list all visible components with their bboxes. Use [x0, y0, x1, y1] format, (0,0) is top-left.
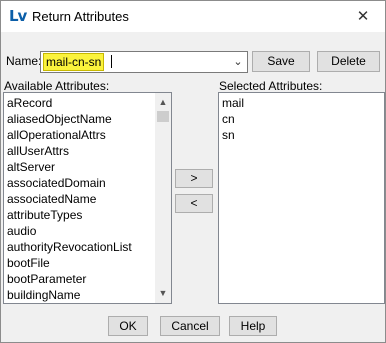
- scroll-down-arrow-icon[interactable]: ▼: [155, 286, 171, 301]
- selected-attributes-label: Selected Attributes:: [219, 79, 323, 93]
- vertical-scrollbar[interactable]: ▲ ▼: [155, 93, 171, 303]
- list-item[interactable]: aliasedObjectName: [7, 111, 112, 127]
- ok-button[interactable]: OK: [108, 316, 148, 336]
- scroll-thumb[interactable]: [157, 111, 169, 122]
- delete-button[interactable]: Delete: [317, 51, 380, 72]
- name-combobox[interactable]: mail-cn-sn ⌄: [40, 51, 248, 73]
- window-title: Return Attributes: [32, 9, 129, 24]
- list-item[interactable]: audio: [7, 223, 36, 239]
- list-item[interactable]: allUserAttrs: [7, 143, 69, 159]
- list-item[interactable]: allOperationalAttrs: [7, 127, 106, 143]
- save-button[interactable]: Save: [252, 51, 310, 72]
- list-item[interactable]: aRecord: [7, 95, 52, 111]
- available-attributes-list[interactable]: aRecord aliasedObjectName allOperational…: [3, 92, 172, 304]
- list-item[interactable]: sn: [222, 127, 235, 143]
- title-bar: Lv Return Attributes ✕: [1, 1, 385, 32]
- list-item[interactable]: buildingName: [7, 287, 80, 303]
- name-label: Name:: [6, 54, 42, 68]
- list-item[interactable]: attributeTypes: [7, 207, 82, 223]
- list-item[interactable]: cn: [222, 111, 235, 127]
- available-attributes-label: Available Attributes:: [4, 79, 110, 93]
- cancel-button[interactable]: Cancel: [160, 316, 220, 336]
- list-item[interactable]: bootParameter: [7, 271, 86, 287]
- list-item[interactable]: authorityRevocationList: [7, 239, 132, 255]
- list-item[interactable]: associatedName: [7, 191, 96, 207]
- list-item[interactable]: mail: [222, 95, 244, 111]
- list-item[interactable]: bootFile: [7, 255, 50, 271]
- app-logo: Lv: [9, 7, 27, 25]
- selected-attributes-list[interactable]: mail cn sn: [218, 92, 385, 304]
- text-caret: [111, 55, 112, 68]
- list-item[interactable]: altServer: [7, 159, 55, 175]
- remove-attribute-button[interactable]: <: [175, 194, 213, 213]
- scroll-up-arrow-icon[interactable]: ▲: [155, 95, 171, 110]
- list-item[interactable]: associatedDomain: [7, 175, 106, 191]
- add-attribute-button[interactable]: >: [175, 169, 213, 188]
- close-button[interactable]: ✕: [341, 1, 385, 32]
- return-attributes-dialog: Lv Return Attributes ✕ Name: mail-cn-sn …: [0, 0, 386, 343]
- name-input-value[interactable]: mail-cn-sn: [43, 53, 105, 71]
- chevron-down-icon[interactable]: ⌄: [231, 54, 245, 70]
- help-button[interactable]: Help: [229, 316, 277, 336]
